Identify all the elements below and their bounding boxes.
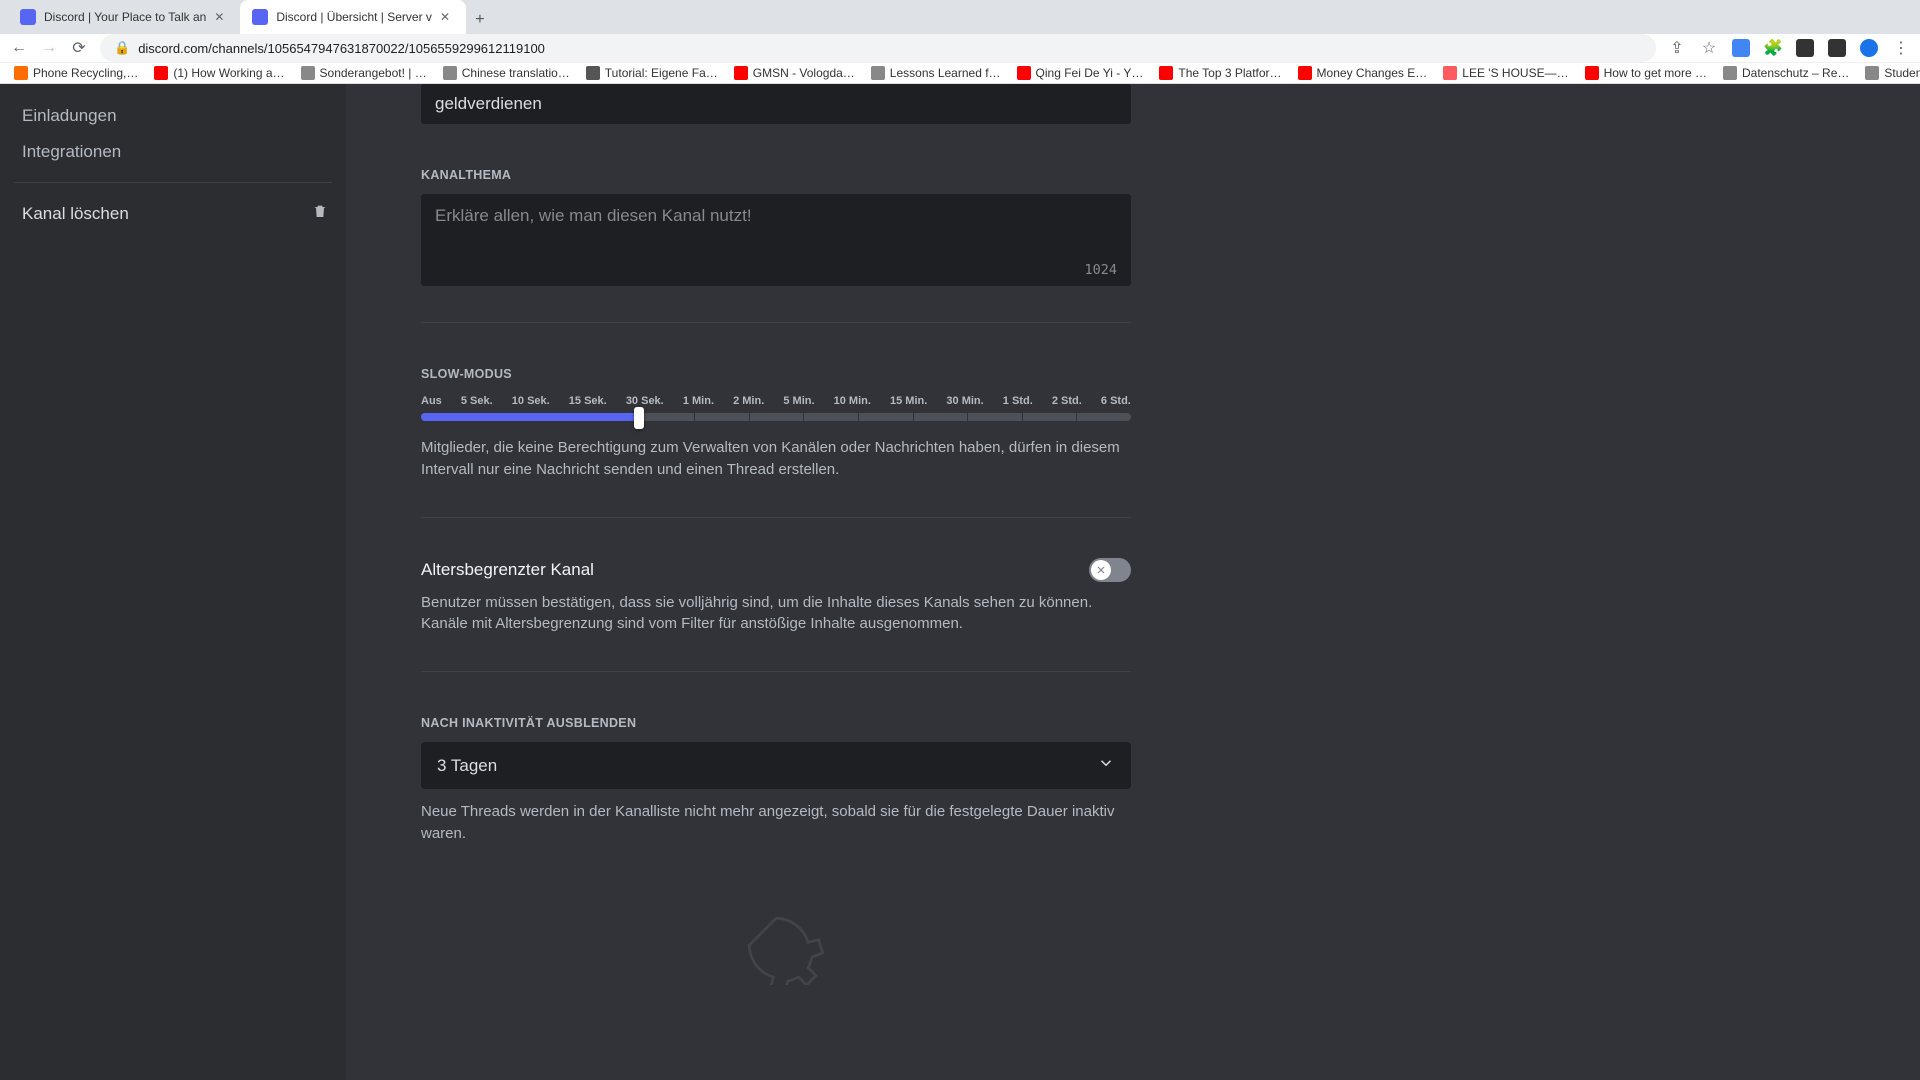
discord-favicon [20,9,36,25]
divider [421,322,1131,323]
delete-channel-label: Kanal löschen [22,204,129,224]
sidebar-item-invites[interactable]: Einladungen [0,98,346,134]
bookmark[interactable]: The Top 3 Platfor… [1153,64,1287,82]
back-button[interactable]: ← [10,39,28,57]
bookmark[interactable]: How to get more … [1579,64,1713,82]
inactivity-select[interactable]: 3 Tagen [421,742,1131,789]
bookmark[interactable]: LEE 'S HOUSE—… [1437,64,1574,82]
bookmark[interactable]: (1) How Working a… [148,64,290,82]
topic-char-counter: 1024 [1084,262,1117,278]
divider [421,517,1131,518]
tab-strip: Discord | Your Place to Talk an ✕ Discor… [0,0,1920,34]
bookmark[interactable]: Phone Recycling,… [8,64,144,82]
settings-content: geldverdienen Kanalthema Erkläre allen, … [381,84,1171,1080]
topic-placeholder: Erkläre allen, wie man diesen Kanal nutz… [435,206,1117,226]
extensions-menu-icon[interactable]: 🧩 [1764,39,1782,57]
age-restricted-toggle[interactable] [1089,558,1131,582]
sidebar-item-integrations[interactable]: Integrationen [0,134,346,170]
bookmark[interactable]: Datenschutz – Re… [1717,64,1855,82]
tab-title: Discord | Übersicht | Server v [276,10,432,24]
reload-button[interactable]: ⟳ [70,39,88,57]
bookmark[interactable]: Lessons Learned f… [865,64,1007,82]
share-icon[interactable]: ⇪ [1668,39,1686,57]
gear-illustration [421,905,1131,985]
slider-fill [421,413,639,421]
slider-track[interactable] [421,413,1131,421]
channel-name-value: geldverdienen [435,94,542,113]
divider [14,182,332,183]
url-text: discord.com/channels/1056547947631870022… [138,41,545,56]
lock-icon: 🔒 [114,40,130,56]
bookmark[interactable]: Money Changes E… [1292,64,1434,82]
address-bar[interactable]: 🔒 discord.com/channels/10565479476318700… [100,34,1656,62]
slowmode-help: Mitglieder, die keine Berechtigung zum V… [421,437,1131,481]
extension-icon[interactable] [1732,39,1750,57]
bookmark[interactable]: GMSN - Vologda… [728,64,861,82]
bookmark[interactable]: Student Wants an… [1859,64,1920,82]
slider-labels: Aus5 Sek.10 Sek.15 Sek.30 Sek.1 Min.2 Mi… [421,395,1131,407]
slowmode-slider[interactable]: Aus5 Sek.10 Sek.15 Sek.30 Sek.1 Min.2 Mi… [421,395,1131,421]
toggle-knob [1091,560,1111,580]
kebab-menu-icon[interactable]: ⋮ [1892,39,1910,57]
extension-icon[interactable] [1796,39,1814,57]
tab-title: Discord | Your Place to Talk an [44,10,206,24]
slowmode-heading: Slow-Modus [421,367,1131,381]
divider [421,671,1131,672]
extension-icons: ⇪ ☆ 🧩 ⋮ [1668,39,1910,57]
chevron-down-icon [1097,754,1115,777]
discord-favicon [252,9,268,25]
bookmark[interactable]: Qing Fei De Yi - Y… [1011,64,1150,82]
close-icon[interactable]: ✕ [440,10,454,24]
settings-sidebar: Einladungen Integrationen Kanal löschen [0,84,346,1080]
browser-tab[interactable]: Discord | Übersicht | Server v ✕ [240,0,466,34]
inactivity-value: 3 Tagen [437,756,497,776]
inactivity-heading: Nach Inaktivität ausblenden [421,716,1131,730]
close-icon[interactable]: ✕ [214,10,228,24]
channel-topic-input[interactable]: Erkläre allen, wie man diesen Kanal nutz… [421,194,1131,286]
browser-chrome: Discord | Your Place to Talk an ✕ Discor… [0,0,1920,84]
trash-icon [312,203,328,224]
channel-name-input[interactable]: geldverdienen [421,84,1131,124]
bookmark[interactable]: Chinese translatio… [437,64,576,82]
browser-tab[interactable]: Discord | Your Place to Talk an ✕ [8,0,240,34]
slider-handle[interactable] [634,407,644,429]
bookmarks-bar: Phone Recycling,…(1) How Working a… Sonde… [0,62,1920,83]
topic-heading: Kanalthema [421,168,1131,182]
app: Einladungen Integrationen Kanal löschen … [0,84,1920,1080]
bookmark[interactable]: Sonderangebot! | … [295,64,433,82]
x-icon [1095,564,1107,576]
delete-channel-button[interactable]: Kanal löschen [0,195,346,232]
age-restricted-title: Altersbegrenzter Kanal [421,560,594,580]
age-restricted-help: Benutzer müssen bestätigen, dass sie vol… [421,592,1131,636]
star-icon[interactable]: ☆ [1700,39,1718,57]
new-tab-button[interactable]: + [466,6,494,34]
extension-icon[interactable] [1828,39,1846,57]
forward-button[interactable]: → [40,39,58,57]
profile-avatar[interactable] [1860,39,1878,57]
address-bar-row: ← → ⟳ 🔒 discord.com/channels/10565479476… [0,34,1920,62]
inactivity-help: Neue Threads werden in der Kanalliste ni… [421,801,1131,845]
bookmark[interactable]: Tutorial: Eigene Fa… [580,64,724,82]
